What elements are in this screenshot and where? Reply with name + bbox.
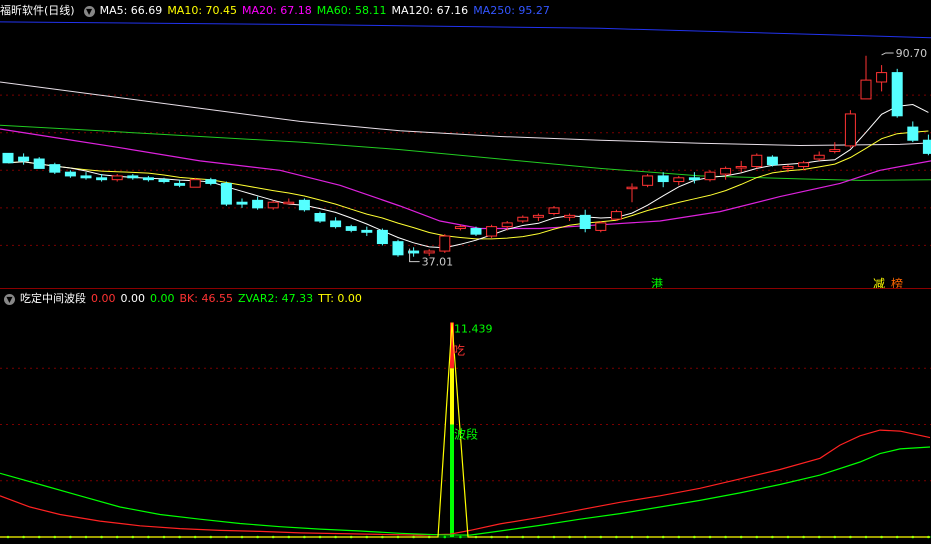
candle-body [876,72,888,83]
candle-body [860,79,872,100]
candle-body [751,154,763,168]
candle-body [96,177,108,181]
chi-signal-label: 吃 [453,344,465,358]
candle-body [735,166,747,169]
candle-body [798,162,810,168]
candle-body [844,113,856,147]
candle-body [782,166,794,169]
candle-body [127,175,139,179]
candle-body [314,212,326,222]
candle-body [688,177,700,181]
candle-body [345,226,357,231]
high-pointer [881,52,894,56]
candle-body [891,72,903,117]
ma60-line [0,124,931,181]
candle-body [610,211,622,220]
candle-body [283,201,295,205]
candle-body [829,149,841,153]
candle-body [33,158,45,169]
baseline-dot [443,535,447,539]
chart-stage: 福昕软件(日线) ▼ MA5: 66.69 MA10: 70.45 MA20: 67.1… [0,0,931,544]
ma10-line [7,130,929,240]
candle-body [236,201,248,205]
baseline-dot [459,535,462,539]
candle-body [80,175,92,179]
panel-separator [0,288,931,289]
candle-body [18,156,30,162]
high-price-label: 90.70 [896,47,928,60]
candle-body [252,199,264,209]
candle-body [64,171,76,177]
candle-body [595,222,607,231]
candlestick-chart: 90.70 37.01 港 减榜 [0,21,931,288]
candle-body [720,167,732,175]
candle-body [111,175,123,181]
low-price-label: 37.01 [422,256,454,269]
candle-body [205,179,217,184]
candle-body [2,152,14,164]
candle-body [158,179,170,183]
signal-label: 榜 [891,276,903,288]
candle-body [532,214,544,218]
candle-body [439,235,451,252]
candle-body [766,156,778,166]
signal-label: 港 [651,277,663,288]
candle-body [704,171,716,181]
candle-body [267,201,279,209]
candle-body [548,207,560,214]
candle-body [564,214,576,218]
candle-body [49,164,61,173]
candle-body [486,226,498,237]
indicator-chart: 11.439 吃波段 [0,322,931,539]
candle-body [579,214,591,230]
candle-body [392,241,404,256]
candle-body [907,126,919,141]
ma120-line [0,81,931,147]
candle-body [454,226,466,230]
candle-body [517,216,529,222]
candle-body [376,229,388,245]
candle-body [142,177,154,181]
candle-body [174,182,186,186]
ma250-line [0,21,931,39]
signal-label: 减 [873,277,885,288]
candle-body [330,220,342,228]
candle-body [501,222,513,228]
candle-body [626,186,638,190]
candle-body [657,175,669,183]
candle-body [220,182,232,205]
candle-body [470,228,482,235]
candle-body [189,179,201,188]
band-signal-label: 波段 [454,427,478,442]
candle-body [298,199,310,211]
candle-body [922,139,931,154]
peak-value-label: 11.439 [454,323,493,336]
candle-body [673,177,685,183]
signal-bar-yellow [450,368,454,425]
candle-body [423,250,435,254]
candle-body [813,154,825,160]
candle-body [361,229,373,233]
candle-body [642,175,654,186]
